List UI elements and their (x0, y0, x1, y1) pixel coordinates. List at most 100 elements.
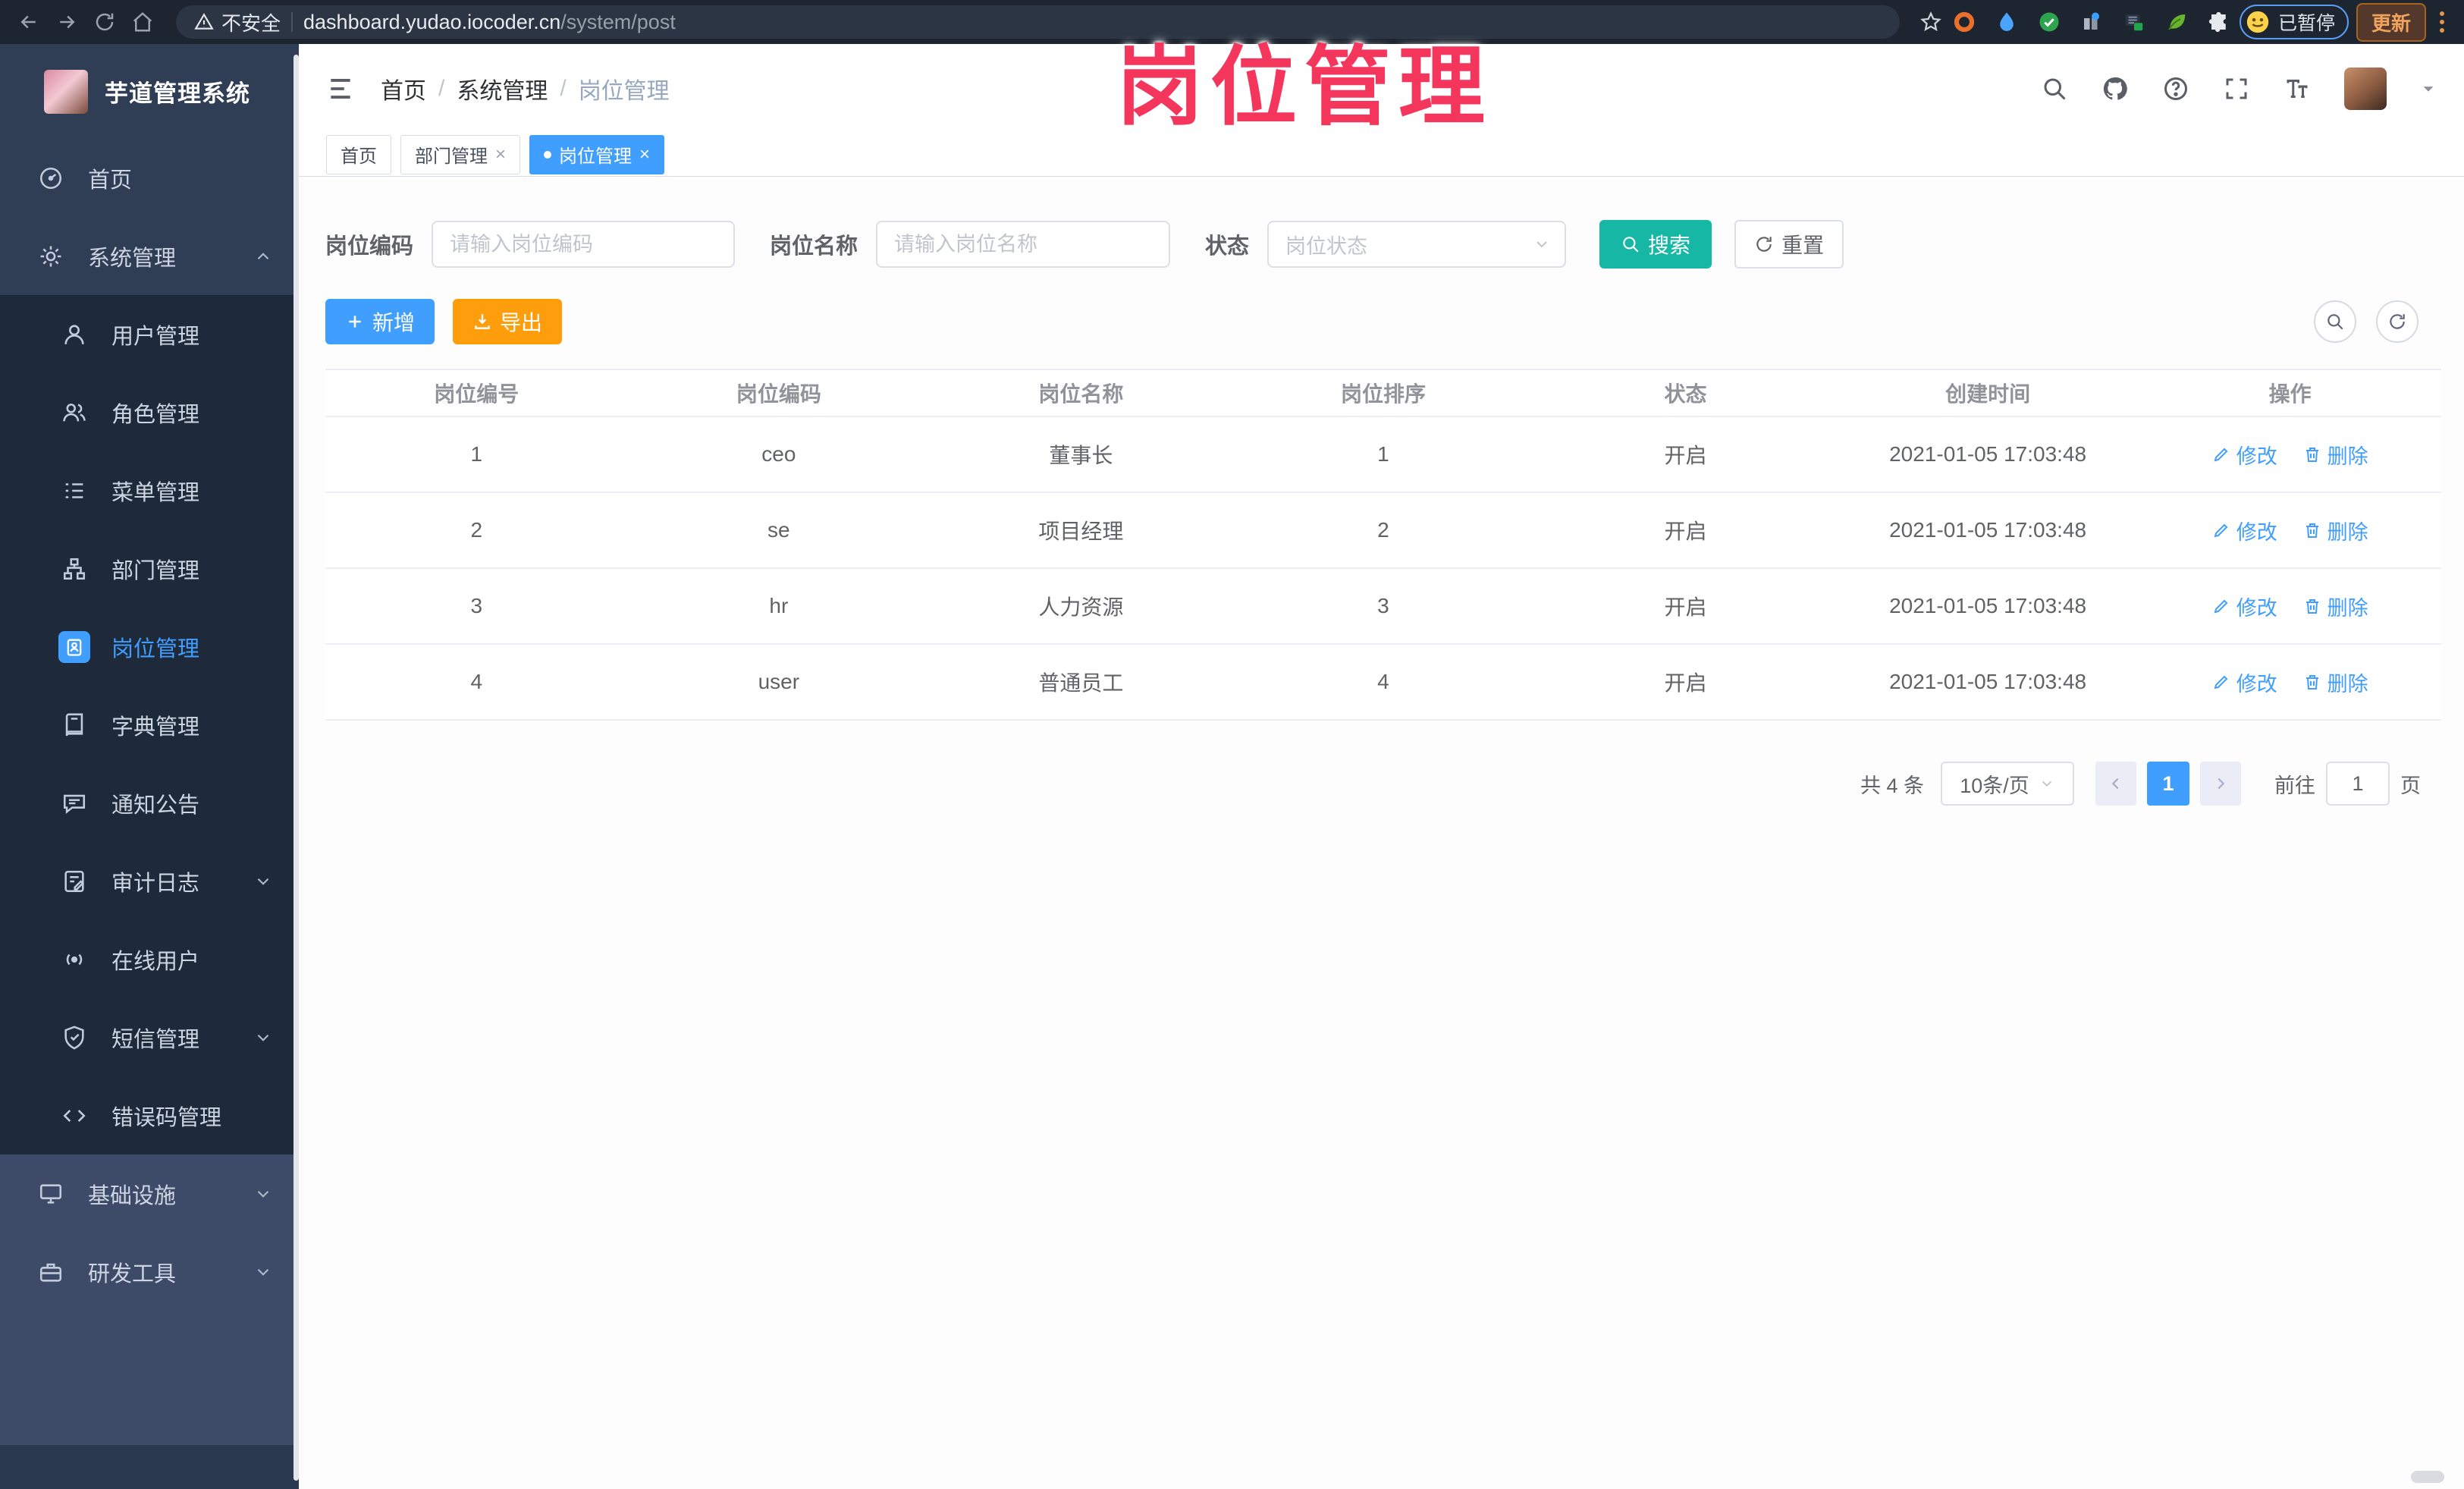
browser-menu-icon[interactable] (2434, 11, 2450, 33)
table-header-row: 岗位编号 岗位编码 岗位名称 岗位排序 状态 创建时间 操作 (325, 369, 2441, 417)
scrollbar-thumb[interactable] (2411, 1471, 2444, 1483)
breadcrumb-system[interactable]: 系统管理 (457, 72, 548, 105)
tab-dept-mgmt[interactable]: 部门管理 × (400, 134, 521, 174)
fullscreen-icon[interactable] (2223, 75, 2250, 102)
breadcrumb: 首页 / 系统管理 / 岗位管理 (381, 72, 670, 105)
app-title: 芋道管理系统 (105, 80, 250, 107)
reset-button[interactable]: 重置 (1734, 220, 1844, 269)
sidebar-scrollbar[interactable] (293, 55, 299, 1481)
table-row: 3 hr 人力资源 3 开启 2021-01-05 17:03:48 修改 删除 (325, 568, 2441, 645)
status-select[interactable]: 岗位状态 (1267, 221, 1567, 268)
export-button[interactable]: 导出 (453, 299, 563, 344)
github-icon[interactable] (2101, 75, 2129, 102)
delete-link[interactable]: 删除 (2303, 516, 2368, 545)
toggle-search-button[interactable] (2314, 300, 2356, 343)
extension-leaf-icon[interactable] (2164, 9, 2189, 35)
chevron-down-icon (253, 1184, 273, 1204)
menu-icon (58, 475, 90, 507)
sidebar-item-audit-log[interactable]: 审计日志 (0, 842, 299, 920)
prev-page-button[interactable] (2095, 762, 2136, 806)
logo-row[interactable]: 芋道管理系统 (0, 44, 299, 139)
search-icon (1623, 237, 1639, 253)
chevron-down-icon (2039, 775, 2055, 792)
page-size-select[interactable]: 10条/页 (1941, 762, 2074, 806)
refresh-icon (2390, 314, 2405, 329)
extension-drop-icon[interactable] (1994, 9, 2020, 35)
hamburger-icon[interactable] (326, 74, 355, 103)
sidebar-item-sms-mgmt[interactable]: 短信管理 (0, 998, 299, 1076)
edit-link[interactable]: 修改 (2212, 440, 2277, 470)
system-submenu: 用户管理 角色管理 菜单管理 部门管理 岗位管理 字典管理 通知公告 审计日志 … (0, 295, 299, 1154)
edit-link[interactable]: 修改 (2212, 592, 2277, 621)
page-content: 岗位编码 岗位名称 状态 岗位状态 搜索 (299, 177, 2464, 1489)
delete-icon (2305, 675, 2318, 690)
page-unit-label: 页 (2400, 774, 2421, 797)
sidebar-item-error-code-mgmt[interactable]: 错误码管理 (0, 1076, 299, 1154)
back-icon[interactable] (14, 7, 44, 37)
delete-link[interactable]: 删除 (2303, 440, 2368, 470)
search-button[interactable]: 搜索 (1599, 220, 1712, 269)
post-code-input[interactable] (432, 221, 736, 268)
delete-link[interactable]: 删除 (2303, 668, 2368, 697)
puzzle-icon[interactable] (2206, 9, 2232, 35)
edit-icon (2214, 448, 2228, 462)
close-icon[interactable]: × (639, 145, 650, 164)
code-icon (58, 1100, 90, 1132)
extension-grid-icon[interactable] (2079, 9, 2105, 35)
sidebar-item-dict-mgmt[interactable]: 字典管理 (0, 686, 299, 764)
paused-extension-pill[interactable]: 已暂停 (2239, 5, 2349, 39)
sidebar-item-announcement[interactable]: 通知公告 (0, 764, 299, 842)
table-row: 2 se 项目经理 2 开启 2021-01-05 17:03:48 修改 删除 (325, 492, 2441, 569)
chevron-up-icon (253, 247, 273, 266)
tab-home[interactable]: 首页 (326, 134, 391, 174)
audit-icon (58, 865, 90, 897)
home-icon[interactable] (127, 7, 158, 37)
user-avatar[interactable] (2344, 67, 2387, 110)
app-shell: 芋道管理系统 首页 系统管理 用户管理 角色管理 菜单管理 部门管理 岗位管理 … (0, 44, 2464, 1489)
sidebar-item-online-users[interactable]: 在线用户 (0, 920, 299, 998)
sidebar-item-post-mgmt[interactable]: 岗位管理 (0, 608, 299, 686)
edit-link[interactable]: 修改 (2212, 516, 2277, 545)
sidebar-item-menu-mgmt[interactable]: 菜单管理 (0, 451, 299, 529)
sidebar-item-home[interactable]: 首页 (0, 139, 299, 217)
close-icon[interactable]: × (495, 145, 506, 164)
search-icon (2327, 314, 2343, 330)
sidebar-item-devtools[interactable]: 研发工具 (0, 1233, 299, 1311)
star-icon[interactable] (1918, 9, 1944, 35)
page-number-1[interactable]: 1 (2147, 762, 2189, 806)
extension-ring-icon[interactable] (1951, 9, 1977, 35)
sidebar-item-dept-mgmt[interactable]: 部门管理 (0, 529, 299, 608)
sidebar-item-system-mgmt[interactable]: 系统管理 (0, 217, 299, 295)
extension-list-icon[interactable] (2121, 9, 2147, 35)
col-status: 状态 (1534, 369, 1837, 417)
sidebar-item-role-mgmt[interactable]: 角色管理 (0, 373, 299, 451)
extension-check-icon[interactable] (2036, 9, 2062, 35)
breadcrumb-home[interactable]: 首页 (381, 72, 426, 105)
add-button[interactable]: 新增 (325, 299, 435, 344)
address-bar[interactable]: 不安全 dashboard.yudao.iocoder.cn/system/po… (176, 5, 1900, 39)
sidebar-item-user-mgmt[interactable]: 用户管理 (0, 295, 299, 373)
delete-link[interactable]: 删除 (2303, 592, 2368, 621)
next-page-button[interactable] (2200, 762, 2241, 806)
avatar-caret-icon[interactable] (2420, 80, 2437, 97)
tab-post-mgmt[interactable]: 岗位管理 × (529, 134, 665, 174)
forward-icon[interactable] (52, 7, 82, 37)
topbar: 首页 / 系统管理 / 岗位管理 (299, 44, 2464, 133)
infra-icon (35, 1178, 67, 1210)
pagination: 共 4 条 10条/页 1 前往 1 页 (299, 762, 2421, 806)
help-icon[interactable] (2162, 75, 2189, 102)
not-secure-label[interactable]: 不安全 (194, 8, 281, 36)
refresh-button[interactable] (2376, 300, 2418, 343)
reload-icon[interactable] (89, 7, 120, 37)
dept-icon (58, 553, 90, 585)
post-name-input[interactable] (876, 221, 1171, 268)
edit-link[interactable]: 修改 (2212, 668, 2277, 697)
update-button[interactable]: 更新 (2356, 2, 2426, 42)
gear-icon (35, 240, 67, 272)
sidebar-item-infrastructure[interactable]: 基础设施 (0, 1154, 299, 1233)
goto-page-input[interactable] (2326, 762, 2390, 806)
app-logo (44, 69, 88, 114)
search-icon[interactable] (2041, 75, 2068, 102)
delete-icon (2305, 523, 2318, 538)
font-size-icon[interactable] (2284, 75, 2311, 102)
